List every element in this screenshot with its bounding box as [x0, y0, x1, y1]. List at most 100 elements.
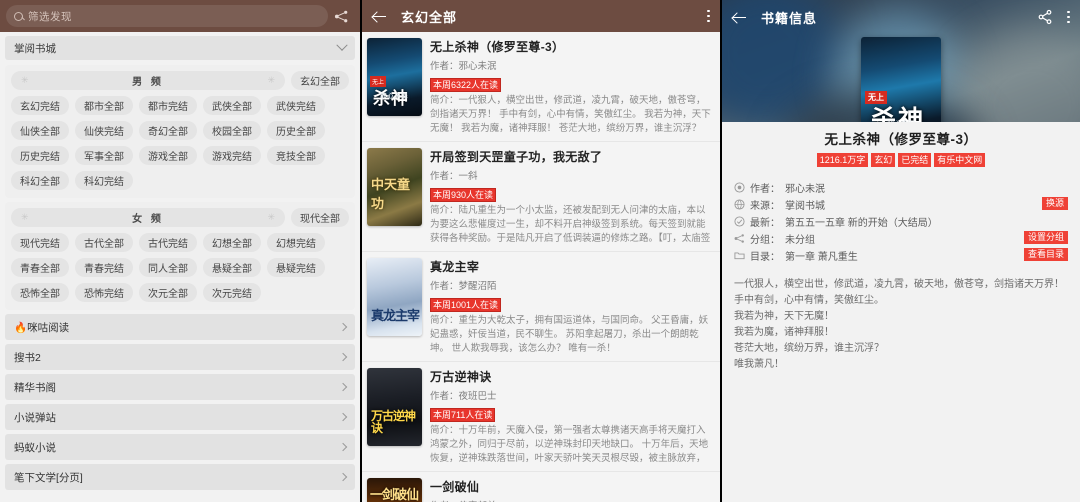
category-tag[interactable]: 都市完结 — [139, 96, 197, 115]
source-item-xiaoshuodanzhan[interactable]: 小说弹站 — [5, 404, 355, 430]
female-section-header[interactable]: ✳ 女 频 ✳ — [11, 208, 285, 227]
category-tag[interactable]: 悬疑完结 — [267, 258, 325, 277]
share-nodes-icon[interactable] — [328, 9, 354, 24]
book-list-item[interactable]: 无上 杀神 邪心未泯 无上杀神（修罗至尊-3） 作者：邪心未泯 本周6322人在… — [362, 32, 720, 142]
store-name: 掌阅书城 — [14, 42, 56, 55]
cover-title: 一剑破仙 — [370, 487, 419, 502]
category-tag[interactable]: 科幻全部 — [11, 171, 69, 190]
category-tag[interactable]: 玄幻全部 — [291, 71, 349, 90]
category-tag[interactable]: 历史完结 — [11, 146, 69, 165]
category-tag[interactable]: 古代全部 — [75, 233, 133, 252]
female-tag-row: 青春全部 青春完结 同人全部 悬疑全部 悬疑完结 — [5, 255, 355, 280]
category-tag[interactable]: 同人全部 — [139, 258, 197, 277]
category-tag[interactable]: 校园全部 — [203, 121, 261, 140]
share-icon[interactable] — [1037, 9, 1053, 25]
category-tag[interactable]: 武侠全部 — [203, 96, 261, 115]
female-tag-row: 恐怖全部 恐怖完结 次元全部 次元完结 — [5, 280, 355, 305]
source-item-soushu2[interactable]: 搜书2 — [5, 344, 355, 370]
set-group-button[interactable]: 设置分组 — [1023, 231, 1068, 244]
category-tag[interactable]: 青春完结 — [75, 258, 133, 277]
status-badge: 有乐中文网 — [934, 153, 986, 167]
book-title: 无上杀神（修罗至尊-3） — [430, 40, 565, 54]
meta-label: 目录： — [750, 252, 780, 263]
category-tag[interactable]: 历史全部 — [267, 121, 325, 140]
male-tag-row: 玄幻完结 都市全部 都市完结 武侠全部 武侠完结 — [5, 93, 355, 118]
detail-book-title: 无上杀神（修罗至尊-3） — [824, 132, 978, 147]
detail-badges: 1216.1万字 玄幻 已完结 有乐中文网 — [734, 153, 1068, 167]
meta-label: 来源： — [750, 201, 780, 212]
book-cover: 一剑破仙 — [367, 478, 422, 502]
category-tag[interactable]: 幻想全部 — [203, 233, 261, 252]
category-tag[interactable]: 游戏全部 — [139, 146, 197, 165]
description-line: 一代狠人，横空出世，修武道，凌九霄，破天地，傲苍穹，剑指诸天万界！ — [734, 279, 1064, 290]
male-section-header[interactable]: ✳ 男 频 ✳ — [11, 71, 285, 90]
category-tag[interactable]: 都市全部 — [75, 96, 133, 115]
category-tag[interactable]: 科幻完结 — [75, 171, 133, 190]
category-tag[interactable]: 奇幻全部 — [139, 121, 197, 140]
description-line: 我若为神，天下无魔！ — [734, 311, 834, 322]
discover-list[interactable]: 掌阅书城 ✳ 男 频 ✳ 玄幻全部 玄幻完结 都市全部 都市完结 武侠全部 武侠… — [0, 32, 360, 502]
source-label: 蚂蚁小说 — [14, 441, 56, 454]
category-tag[interactable]: 现代全部 — [291, 208, 349, 227]
category-tag[interactable]: 武侠完结 — [267, 96, 325, 115]
category-tag[interactable]: 现代完结 — [11, 233, 69, 252]
book-list-item[interactable]: 真龙主宰 真龙主宰 作者：梦醒沼陌 本周1001人在读 简介：重生为大乾太子，拥… — [362, 252, 720, 362]
meta-row-author: 作者： 邪心未泯 — [734, 179, 1068, 196]
view-toc-button[interactable]: 查看目录 — [1023, 248, 1068, 261]
source-label: 搜书2 — [14, 351, 41, 364]
category-tag[interactable]: 仙侠完结 — [75, 121, 133, 140]
book-list-item[interactable]: 一剑破仙 一剑破仙 作者：偏旁部首 本周876人在读 简介：一个古怪的血狱剑山海… — [362, 472, 720, 502]
description-line: 唯我萧凡！ — [734, 359, 784, 370]
status-badge: 已完结 — [898, 153, 932, 167]
source-item-jinghua[interactable]: 精华书阁 — [5, 374, 355, 400]
category-tag[interactable]: 次元全部 — [139, 283, 197, 302]
chevron-right-icon — [338, 442, 348, 452]
source-item-bixia[interactable]: 笔下文学[分页] — [5, 464, 355, 490]
book-author: 作者：夜班巴士 — [430, 391, 497, 402]
book-author: 作者：邪心未泯 — [430, 61, 497, 72]
book-description: 简介：重生为大乾太子，拥有国运道体，与国同命。 父王昏庸，妖妃蛊惑，奸佞当道，民… — [430, 315, 709, 354]
book-detail-panel: 书籍信息 无上 杀神 邪心未泯 无上杀 — [720, 0, 1080, 502]
male-tag-row: 仙侠全部 仙侠完结 奇幻全部 校园全部 历史全部 — [5, 118, 355, 143]
category-tag[interactable]: 青春全部 — [11, 258, 69, 277]
overflow-menu-icon[interactable] — [1067, 10, 1070, 24]
reader-count-badge: 本周930人在读 — [430, 188, 497, 202]
chevron-right-icon — [338, 352, 348, 362]
book-description: 简介：十万年前，天魔入侵，第一强者太尊携诸天高手将天魔打入鸿蒙之外，同归于尽前，… — [430, 425, 709, 464]
meta-row-toc: 目录： 第一章 萧凡重生 查看目录 — [734, 247, 1068, 264]
store-header-zhangyue[interactable]: 掌阅书城 — [5, 36, 355, 60]
asterisk-icon: ✳ — [267, 212, 275, 222]
category-tag[interactable]: 玄幻完结 — [11, 96, 69, 115]
book-list-item[interactable]: 中天童功 开局签到天罡童子功，我无敌了 作者：一斜 本周930人在读 简介：陆凡… — [362, 142, 720, 252]
status-badge: 玄幻 — [871, 153, 896, 167]
book-info: 一剑破仙 作者：偏旁部首 本周876人在读 简介：一个古怪的血狱剑山海的神女梦境… — [430, 478, 713, 502]
category-tag[interactable]: 恐怖完结 — [75, 283, 133, 302]
category-tag[interactable]: 军事全部 — [75, 146, 133, 165]
category-tag[interactable]: 仙侠全部 — [11, 121, 69, 140]
category-tag[interactable]: 竞技全部 — [267, 146, 325, 165]
back-arrow-icon[interactable] — [732, 10, 747, 25]
source-item-mayi[interactable]: 蚂蚁小说 — [5, 434, 355, 460]
reader-count-badge: 本周1001人在读 — [430, 298, 502, 312]
overflow-menu-icon[interactable] — [707, 9, 710, 23]
book-title: 万古逆神诀 — [430, 370, 492, 384]
back-arrow-icon[interactable] — [372, 9, 387, 24]
meta-value: 掌阅书城 — [785, 201, 825, 212]
category-tag[interactable]: 古代完结 — [139, 233, 197, 252]
category-tag[interactable]: 游戏完结 — [203, 146, 261, 165]
source-item-migu[interactable]: 🔥咪咕阅读 — [5, 314, 355, 340]
search-placeholder: 筛选发现 — [28, 10, 72, 23]
chevron-right-icon — [338, 412, 348, 422]
category-tag[interactable]: 幻想完结 — [267, 233, 325, 252]
description-line: 我若为魔，诸神拜服！ — [734, 327, 834, 338]
cover-title: 真龙主宰 — [371, 308, 420, 323]
search-input[interactable]: 筛选发现 — [6, 5, 328, 27]
change-source-button[interactable]: 换源 — [1041, 197, 1068, 210]
male-section-label: 男 频 — [132, 77, 164, 88]
meta-value: 第一章 萧凡重生 — [785, 252, 858, 263]
category-tag[interactable]: 悬疑全部 — [203, 258, 261, 277]
book-results-list[interactable]: 无上 杀神 邪心未泯 无上杀神（修罗至尊-3） 作者：邪心未泯 本周6322人在… — [362, 32, 720, 502]
category-tag[interactable]: 次元完结 — [203, 283, 261, 302]
category-tag[interactable]: 恐怖全部 — [11, 283, 69, 302]
book-list-item[interactable]: 万古逆神诀 万古逆神诀 作者：夜班巴士 本周711人在读 简介：十万年前，天魔入… — [362, 362, 720, 472]
